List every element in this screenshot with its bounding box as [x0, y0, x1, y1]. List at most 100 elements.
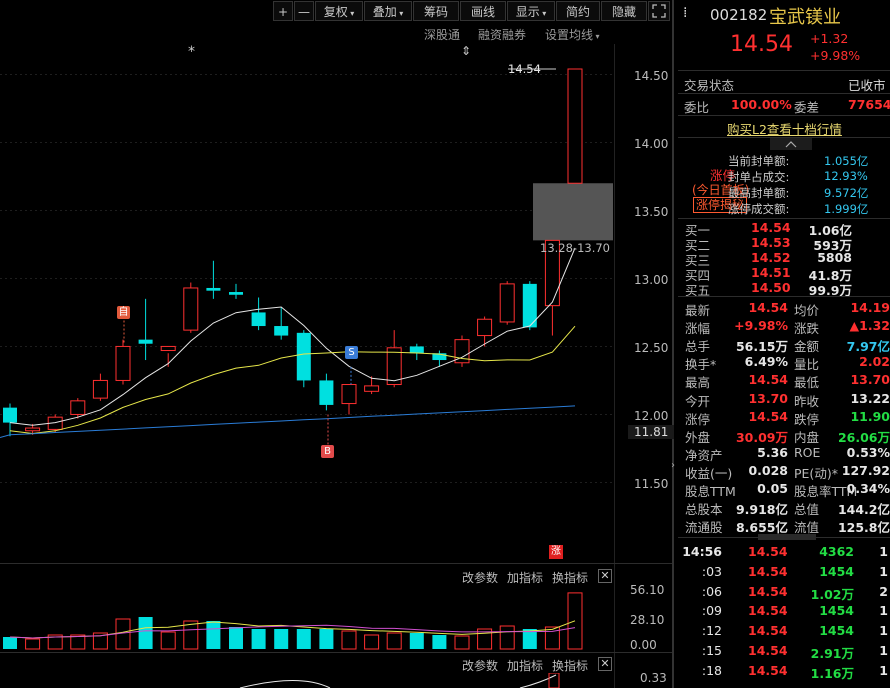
l2-upgrade-link[interactable]: 购买L2查看十档行情: [727, 119, 842, 138]
candle-body-up[interactable]: [477, 318, 493, 337]
tick-row[interactable]: :12 14.54 1454 1: [683, 623, 890, 641]
switch-indicator-button-2[interactable]: 换指标: [552, 657, 588, 674]
volume-bar-down[interactable]: [251, 629, 266, 649]
candle-body-up[interactable]: [499, 283, 515, 323]
volume-bar-down[interactable]: [409, 633, 424, 649]
volume-bar-down[interactable]: [229, 627, 243, 649]
volume-bar-up[interactable]: [386, 632, 402, 650]
candle-body-down[interactable]: [319, 380, 334, 405]
volume-bar-down[interactable]: [296, 629, 311, 649]
switch-indicator-button[interactable]: 换指标: [552, 569, 588, 586]
volume-bar-up[interactable]: [454, 635, 470, 650]
tick-row[interactable]: 14:56 14.54 4362 1: [682, 544, 890, 562]
candle-body-up[interactable]: [567, 68, 583, 184]
volume-bar-down[interactable]: [3, 637, 17, 649]
marker-buy[interactable]: B: [321, 445, 334, 458]
stat-label: 净资产: [685, 447, 723, 463]
xianshi-button[interactable]: 显示 ▾: [507, 1, 555, 21]
candle-body-down[interactable]: [229, 292, 243, 295]
marker-zi[interactable]: 自: [117, 306, 130, 319]
tick-time: 14:56: [682, 544, 722, 559]
divider: [0, 652, 672, 653]
stat-value: 125.8亿: [837, 520, 890, 536]
event-asterisk[interactable]: *: [188, 44, 195, 60]
chouma-button[interactable]: 筹码: [413, 1, 459, 21]
weicha-label: 委差: [794, 100, 820, 115]
stat-label: 流通股: [685, 520, 723, 536]
tick-row[interactable]: :18 14.54 1.16万 1: [683, 663, 890, 681]
marker-sell[interactable]: S: [345, 346, 358, 359]
tick-row[interactable]: :06 14.54 1.02万 2: [683, 584, 890, 602]
tick-count: 1: [879, 563, 888, 579]
bid-row[interactable]: 买五 14.50 99.9万: [683, 280, 890, 298]
volume-bar-down[interactable]: [274, 629, 289, 649]
close-icon[interactable]: ✕: [598, 657, 612, 671]
candle-body-down[interactable]: [274, 326, 289, 336]
limit-up-detail-value: 9.572亿: [824, 186, 869, 200]
price-tick-label: 13.50: [634, 205, 669, 219]
volume-chart[interactable]: [0, 585, 614, 651]
change-param-button[interactable]: 改参数: [462, 569, 498, 586]
volume-bar-up[interactable]: [25, 638, 41, 650]
collapse-arrow-icon[interactable]: ›: [671, 460, 675, 471]
stat-label: 总值: [794, 502, 820, 518]
close-icon[interactable]: ✕: [598, 569, 612, 583]
stat-value: 56.15万: [735, 339, 788, 355]
yincang-button[interactable]: 隐藏: [601, 1, 647, 21]
candle-body-down[interactable]: [3, 407, 17, 423]
marker-limit-up[interactable]: 涨: [549, 545, 563, 559]
stat-value: 14.19: [850, 300, 890, 315]
expand-toggle[interactable]: [770, 138, 812, 150]
candle-body-down[interactable]: [138, 339, 153, 344]
bid-row[interactable]: 买二 14.53 593万: [683, 235, 890, 253]
volume-bar-up[interactable]: [364, 634, 380, 650]
change-param-button-2[interactable]: 改参数: [462, 657, 498, 674]
candle-body-down[interactable]: [296, 332, 311, 381]
candle-body-down[interactable]: [409, 346, 424, 354]
volume-bar-up[interactable]: [341, 630, 357, 650]
huaxian-button[interactable]: 画线: [460, 1, 506, 21]
candle-body-down[interactable]: [206, 287, 221, 291]
panel-divider[interactable]: [672, 0, 674, 688]
candle-body-up[interactable]: [160, 345, 176, 352]
tick-row[interactable]: :15 14.54 2.91万 1: [683, 643, 890, 661]
menu-icon[interactable]: ⁞: [683, 5, 687, 21]
candle-body-up[interactable]: [115, 345, 131, 381]
tick-count: 1: [879, 544, 888, 559]
candle-body-up[interactable]: [25, 427, 41, 432]
volume-bar-down[interactable]: [138, 617, 153, 649]
bid-row[interactable]: 买一 14.54 1.06亿: [683, 220, 890, 238]
kline-chart[interactable]: [0, 40, 614, 560]
candle-body-up[interactable]: [341, 384, 357, 405]
zoom-out-button[interactable]: —: [294, 1, 314, 21]
indicator-chart[interactable]: [0, 673, 614, 688]
jianyue-button[interactable]: 简约: [556, 1, 600, 21]
bid-row[interactable]: 买四 14.51 41.8万: [683, 265, 890, 283]
tick-row[interactable]: :09 14.54 1454 1: [683, 603, 890, 621]
weicha-value: 77654: [848, 97, 890, 112]
candle-body-up[interactable]: [70, 400, 86, 415]
stat-value: 7.97亿: [846, 339, 890, 355]
add-indicator-button-2[interactable]: 加指标: [507, 657, 543, 674]
fullscreen-button[interactable]: [648, 1, 670, 21]
candle-body-up[interactable]: [92, 379, 108, 399]
diejia-button[interactable]: 叠加 ▾: [364, 1, 412, 21]
fuquan-button[interactable]: 复权 ▾: [315, 1, 363, 21]
volume-bar-down[interactable]: [206, 621, 221, 649]
candle-body-up[interactable]: [183, 287, 199, 331]
volume-bar-up[interactable]: [499, 625, 515, 650]
event-arrow-icon[interactable]: ⇕: [461, 44, 471, 58]
candle-body-down[interactable]: [251, 312, 266, 327]
bid-row[interactable]: 买三 14.52 5808: [683, 250, 890, 268]
tick-volume: 1454: [819, 603, 854, 619]
stock-name[interactable]: 宝武镁业: [769, 3, 841, 29]
splitter-handle[interactable]: [758, 534, 816, 540]
candle-body-up[interactable]: [364, 385, 380, 392]
volume-bar-down[interactable]: [319, 629, 334, 649]
tick-row[interactable]: :03 14.54 1454 1: [683, 564, 890, 582]
candle-body-up[interactable]: [386, 347, 402, 386]
zoom-in-button[interactable]: +: [273, 1, 293, 21]
volume-bar-down[interactable]: [432, 635, 447, 649]
add-indicator-button[interactable]: 加指标: [507, 569, 543, 586]
volume-bar-up[interactable]: [160, 631, 176, 650]
